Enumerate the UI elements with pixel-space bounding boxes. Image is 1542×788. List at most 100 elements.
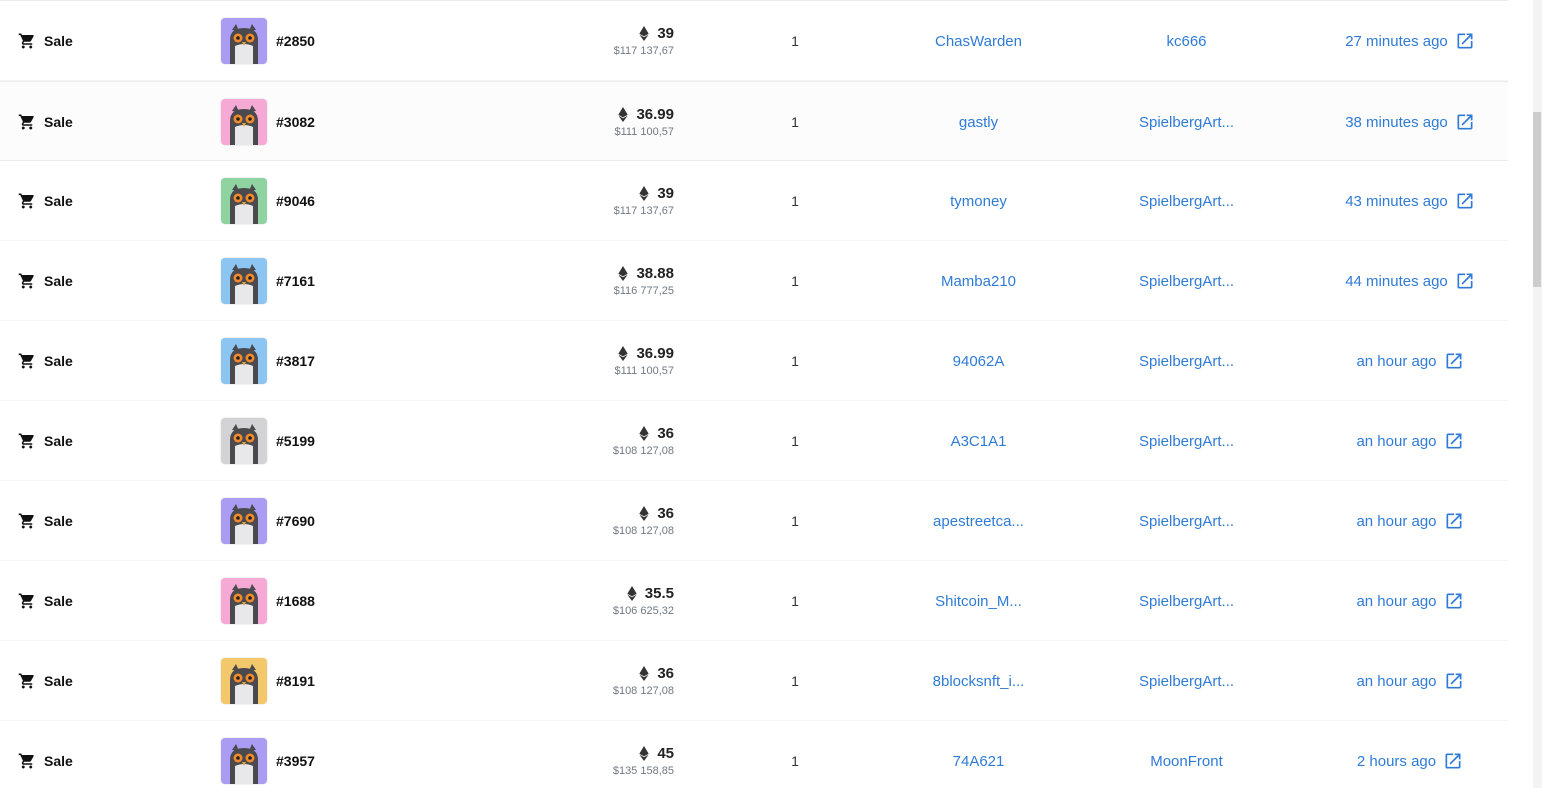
table-row[interactable]: Sale #3082 36.99 $111 100,57 1 gastly Sp… xyxy=(0,81,1508,161)
item-id[interactable]: #3817 xyxy=(276,353,315,369)
from-user-link[interactable]: apestreetca... xyxy=(900,481,1057,561)
nft-avatar[interactable] xyxy=(221,178,267,224)
from-user-link[interactable]: tymoney xyxy=(900,161,1057,241)
item-id[interactable]: #9046 xyxy=(276,193,315,209)
item-cell[interactable]: #3082 xyxy=(221,82,541,162)
from-user-link[interactable]: gastly xyxy=(900,82,1057,162)
time-label[interactable]: an hour ago xyxy=(1356,513,1436,530)
to-user-link[interactable]: kc666 xyxy=(1108,1,1265,81)
to-user-link[interactable]: MoonFront xyxy=(1108,721,1265,788)
item-cell[interactable]: #9046 xyxy=(221,161,541,241)
table-row[interactable]: Sale #3817 36.99 $111 100,57 1 94062A Sp… xyxy=(0,321,1508,401)
time-link[interactable]: 27 minutes ago xyxy=(1300,1,1520,81)
nft-avatar[interactable] xyxy=(221,738,267,784)
time-link[interactable]: 2 hours ago xyxy=(1300,721,1520,788)
event-label: Sale xyxy=(44,673,73,689)
nft-avatar[interactable] xyxy=(221,498,267,544)
external-link-icon[interactable] xyxy=(1455,31,1475,51)
to-user-link[interactable]: SpielbergArt... xyxy=(1108,401,1265,481)
nft-avatar[interactable] xyxy=(221,99,267,145)
to-user-link[interactable]: SpielbergArt... xyxy=(1108,321,1265,401)
quantity: 1 xyxy=(791,353,799,369)
item-cell[interactable]: #2850 xyxy=(221,1,541,81)
time-link[interactable]: an hour ago xyxy=(1300,401,1520,481)
time-label[interactable]: an hour ago xyxy=(1356,593,1436,610)
item-cell[interactable]: #3957 xyxy=(221,721,541,788)
to-user-link[interactable]: SpielbergArt... xyxy=(1108,241,1265,321)
to-user-link[interactable]: SpielbergArt... xyxy=(1108,561,1265,641)
external-link-icon[interactable] xyxy=(1444,351,1464,371)
time-link[interactable]: an hour ago xyxy=(1300,321,1520,401)
time-label[interactable]: 44 minutes ago xyxy=(1345,273,1448,290)
item-cell[interactable]: #7690 xyxy=(221,481,541,561)
item-cell[interactable]: #3817 xyxy=(221,321,541,401)
event-cell: Sale xyxy=(18,721,198,788)
time-link[interactable]: an hour ago xyxy=(1300,481,1520,561)
item-id[interactable]: #5199 xyxy=(276,433,315,449)
item-id[interactable]: #8191 xyxy=(276,673,315,689)
table-row[interactable]: Sale #8191 36 $108 127,08 1 8blocksnft_i… xyxy=(0,641,1508,721)
table-row[interactable]: Sale #7690 36 $108 127,08 1 apestreetca.… xyxy=(0,481,1508,561)
from-user-link[interactable]: 74A621 xyxy=(900,721,1057,788)
item-id[interactable]: #1688 xyxy=(276,593,315,609)
external-link-icon[interactable] xyxy=(1444,511,1464,531)
table-row[interactable]: Sale #1688 35.5 $106 625,32 1 Shitcoin_M… xyxy=(0,561,1508,641)
item-id[interactable]: #7690 xyxy=(276,513,315,529)
nft-avatar[interactable] xyxy=(221,18,267,64)
scrollbar[interactable] xyxy=(1533,0,1542,788)
scrollbar-thumb[interactable] xyxy=(1533,112,1541,287)
table-row[interactable]: Sale #2850 39 $117 137,67 1 ChasWarden k… xyxy=(0,1,1508,81)
nft-avatar[interactable] xyxy=(221,578,267,624)
external-link-icon[interactable] xyxy=(1444,671,1464,691)
time-label[interactable]: an hour ago xyxy=(1356,673,1436,690)
item-id[interactable]: #3957 xyxy=(276,753,315,769)
item-cell[interactable]: #1688 xyxy=(221,561,541,641)
external-link-icon[interactable] xyxy=(1444,431,1464,451)
time-link[interactable]: 38 minutes ago xyxy=(1300,82,1520,162)
time-label[interactable]: 43 minutes ago xyxy=(1345,193,1448,210)
time-label[interactable]: 2 hours ago xyxy=(1357,753,1436,770)
table-row[interactable]: Sale #3957 45 $135 158,85 1 74A621 MoonF… xyxy=(0,721,1508,788)
time-link[interactable]: an hour ago xyxy=(1300,561,1520,641)
from-user-link[interactable]: ChasWarden xyxy=(900,1,1057,81)
to-user-link[interactable]: SpielbergArt... xyxy=(1108,481,1265,561)
nft-avatar[interactable] xyxy=(221,658,267,704)
event-label: Sale xyxy=(44,593,73,609)
external-link-icon[interactable] xyxy=(1455,112,1475,132)
time-label[interactable]: 38 minutes ago xyxy=(1345,114,1448,131)
from-user-link[interactable]: 94062A xyxy=(900,321,1057,401)
from-user-link[interactable]: A3C1A1 xyxy=(900,401,1057,481)
item-id[interactable]: #2850 xyxy=(276,33,315,49)
item-id[interactable]: #3082 xyxy=(276,114,315,130)
usd-price: $117 137,67 xyxy=(613,45,674,57)
time-link[interactable]: an hour ago xyxy=(1300,641,1520,721)
item-id[interactable]: #7161 xyxy=(276,273,315,289)
time-label[interactable]: an hour ago xyxy=(1356,353,1436,370)
external-link-icon[interactable] xyxy=(1444,591,1464,611)
quantity: 1 xyxy=(791,193,799,209)
to-user-link[interactable]: SpielbergArt... xyxy=(1108,82,1265,162)
item-cell[interactable]: #7161 xyxy=(221,241,541,321)
item-cell[interactable]: #8191 xyxy=(221,641,541,721)
owl-avatar-image xyxy=(221,18,267,64)
external-link-icon[interactable] xyxy=(1443,751,1463,771)
time-label[interactable]: an hour ago xyxy=(1356,433,1436,450)
eth-price: 36.99 xyxy=(636,106,674,123)
nft-avatar[interactable] xyxy=(221,258,267,304)
item-cell[interactable]: #5199 xyxy=(221,401,541,481)
to-user-link[interactable]: SpielbergArt... xyxy=(1108,641,1265,721)
from-user-link[interactable]: Mamba210 xyxy=(900,241,1057,321)
time-label[interactable]: 27 minutes ago xyxy=(1345,33,1448,50)
from-user-link[interactable]: 8blocksnft_i... xyxy=(900,641,1057,721)
from-user-link[interactable]: Shitcoin_M... xyxy=(900,561,1057,641)
to-user-link[interactable]: SpielbergArt... xyxy=(1108,161,1265,241)
nft-avatar[interactable] xyxy=(221,338,267,384)
external-link-icon[interactable] xyxy=(1455,271,1475,291)
external-link-icon[interactable] xyxy=(1455,191,1475,211)
table-row[interactable]: Sale #9046 39 $117 137,67 1 tymoney Spie… xyxy=(0,161,1508,241)
table-row[interactable]: Sale #7161 38.88 $116 777,25 1 Mamba210 … xyxy=(0,241,1508,321)
nft-avatar[interactable] xyxy=(221,418,267,464)
time-link[interactable]: 43 minutes ago xyxy=(1300,161,1520,241)
time-link[interactable]: 44 minutes ago xyxy=(1300,241,1520,321)
table-row[interactable]: Sale #5199 36 $108 127,08 1 A3C1A1 Spiel… xyxy=(0,401,1508,481)
